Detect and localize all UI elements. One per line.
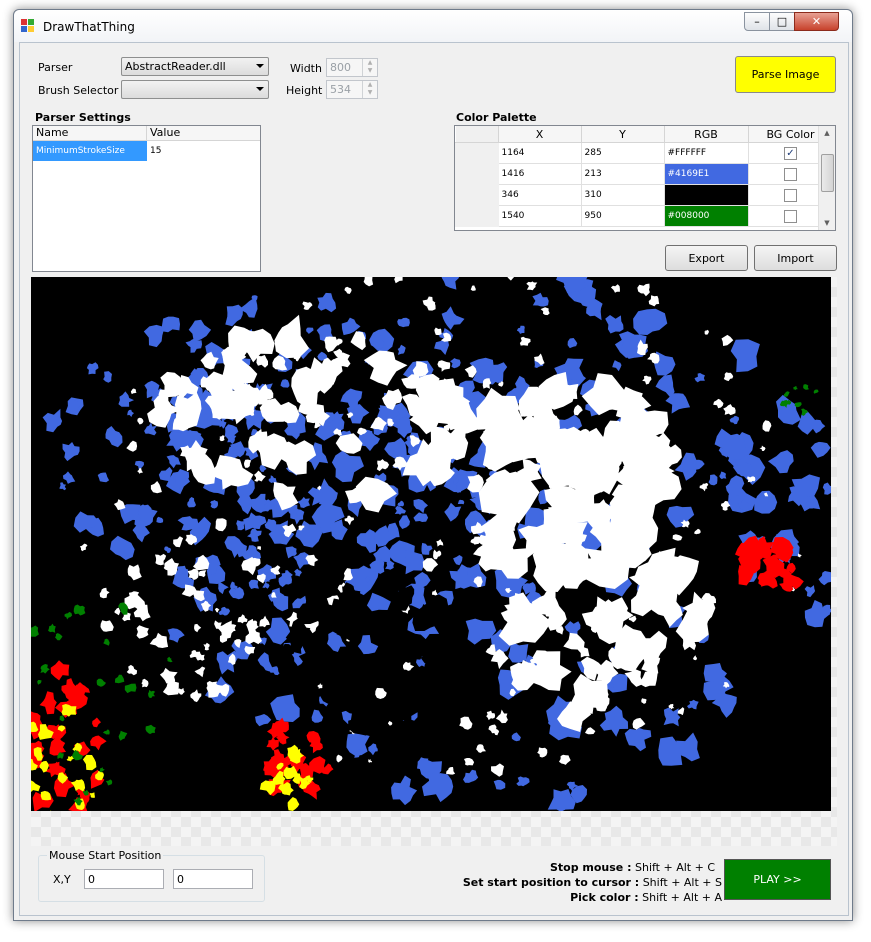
spin-arrows[interactable]: ▲ ▼ <box>362 59 377 76</box>
minimize-icon: – <box>754 15 760 28</box>
parsed-image-canvas[interactable] <box>31 277 831 811</box>
xy-label: X,Y <box>53 873 71 886</box>
y-cell[interactable]: 285 <box>580 142 665 164</box>
blue-splatter <box>161 316 180 333</box>
height-value: 534 <box>330 83 351 96</box>
brush-selector-label: Brush Selector <box>38 84 119 97</box>
image-preview-area <box>31 277 837 846</box>
chevron-down-icon <box>256 64 264 68</box>
row-header[interactable] <box>455 142 499 164</box>
bg-color-checkbox[interactable] <box>784 209 797 223</box>
x-cell[interactable]: 1416 <box>497 163 582 185</box>
start-x-input[interactable]: 0 <box>84 869 164 889</box>
color-palette-rows: 1164 285 #FFFFFF ✓ 1416 213 #4169E1 346 310 1540 9… <box>455 142 834 227</box>
y-cell[interactable]: 310 <box>580 184 665 206</box>
y-cell[interactable]: 950 <box>580 205 665 227</box>
import-label: Import <box>777 251 814 265</box>
app-icon <box>21 19 34 32</box>
scroll-up-icon[interactable]: ▲ <box>819 126 835 140</box>
width-value: 800 <box>330 61 351 74</box>
table-row[interactable]: 346 310 <box>455 184 834 206</box>
color-palette-grid[interactable]: X Y RGB BG Color 1164 285 #FFFFFF ✓ 1416 213 #… <box>454 125 836 231</box>
hotkey-action: Set start position to cursor : <box>462 876 640 889</box>
column-header-x[interactable]: X <box>498 126 582 143</box>
maximize-icon: □ <box>776 15 788 28</box>
close-icon: ✕ <box>811 15 822 28</box>
parse-image-button[interactable]: Parse Image <box>735 56 836 93</box>
spin-arrows[interactable]: ▲ ▼ <box>362 81 377 98</box>
x-cell[interactable]: 1540 <box>497 205 582 227</box>
parse-image-label: Parse Image <box>751 68 820 81</box>
row-header[interactable] <box>455 184 499 206</box>
parser-select-value: AbstractReader.dll <box>125 60 226 73</box>
bg-color-checkbox[interactable] <box>784 188 797 202</box>
brush-selector-select[interactable] <box>121 80 269 99</box>
column-header-name[interactable]: Name <box>33 126 147 140</box>
play-label: PLAY >> <box>753 873 802 886</box>
x-cell[interactable]: 346 <box>497 184 582 206</box>
hotkey-pick-color: Pick color : Shift + Alt + A <box>570 891 722 904</box>
export-label: Export <box>688 251 725 265</box>
palette-scrollbar[interactable]: ▲ ▼ <box>818 126 835 230</box>
height-stepper[interactable]: 534 ▲ ▼ <box>326 80 378 99</box>
close-button[interactable]: ✕ <box>794 12 839 31</box>
import-button[interactable]: Import <box>754 245 837 271</box>
hotkey-set-start: Set start position to cursor : Shift + A… <box>463 876 722 889</box>
hotkey-stop-mouse: Stop mouse : Shift + Alt + C <box>550 861 715 874</box>
chevron-down-icon <box>256 87 264 91</box>
spin-down-icon[interactable]: ▼ <box>363 89 377 97</box>
maximize-button[interactable]: □ <box>769 12 795 31</box>
rgb-cell[interactable]: #FFFFFF <box>663 142 749 164</box>
parser-settings-title: Parser Settings <box>35 111 131 124</box>
hotkey-action: Stop mouse : <box>549 861 632 874</box>
rgb-cell[interactable] <box>663 184 749 206</box>
form-body: Parser AbstractReader.dll Brush Selector… <box>19 42 849 916</box>
color-palette-table: X Y RGB BG Color 1164 285 #FFFFFF ✓ 1416 213 #… <box>455 126 834 227</box>
rgb-cell[interactable]: #4169E1 <box>663 163 749 185</box>
window-title: DrawThatThing <box>43 20 135 34</box>
parser-label: Parser <box>38 61 73 74</box>
width-label: Width <box>290 62 322 75</box>
table-row[interactable]: 1540 950 #008000 <box>455 205 834 227</box>
width-stepper[interactable]: 800 ▲ ▼ <box>326 58 378 77</box>
column-header-y[interactable]: Y <box>581 126 665 143</box>
hotkey-action: Pick color : <box>570 891 639 904</box>
rgb-cell[interactable]: #008000 <box>663 205 749 227</box>
scroll-down-icon[interactable]: ▼ <box>819 216 835 230</box>
play-button[interactable]: PLAY >> <box>724 859 831 900</box>
setting-value-cell[interactable]: 15 <box>147 141 260 161</box>
parser-settings-header: Name Value <box>33 126 260 141</box>
title-bar[interactable]: DrawThatThing – □ ✕ <box>14 10 852 42</box>
setting-name-cell[interactable]: MinimumStrokeSize <box>33 141 147 161</box>
parser-select[interactable]: AbstractReader.dll <box>121 57 269 76</box>
spin-up-icon[interactable]: ▲ <box>363 59 377 67</box>
export-button[interactable]: Export <box>665 245 748 271</box>
app-window: DrawThatThing – □ ✕ Parser AbstractReade… <box>13 9 853 921</box>
table-row[interactable]: MinimumStrokeSize 15 <box>33 141 260 161</box>
table-row[interactable]: 1416 213 #4169E1 <box>455 163 834 185</box>
bg-color-checkbox[interactable] <box>784 167 797 181</box>
spin-down-icon[interactable]: ▼ <box>363 67 377 75</box>
table-row[interactable]: 1164 285 #FFFFFF ✓ <box>455 142 834 164</box>
spin-up-icon[interactable]: ▲ <box>363 81 377 89</box>
x-cell[interactable]: 1164 <box>497 142 582 164</box>
mouse-start-position-title: Mouse Start Position <box>47 849 164 862</box>
height-label: Height <box>286 84 323 97</box>
hotkey-keys: Shift + Alt + A <box>638 891 722 904</box>
row-header[interactable] <box>455 163 499 185</box>
hotkey-keys: Shift + Alt + C <box>631 861 715 874</box>
minimize-button[interactable]: – <box>744 12 770 31</box>
hotkey-keys: Shift + Alt + S <box>639 876 722 889</box>
column-header-value[interactable]: Value <box>147 126 260 140</box>
parser-settings-grid[interactable]: Name Value MinimumStrokeSize 15 <box>32 125 261 272</box>
color-palette-title: Color Palette <box>456 111 537 124</box>
start-y-input[interactable]: 0 <box>173 869 253 889</box>
row-header-corner <box>455 126 499 143</box>
column-header-rgb[interactable]: RGB <box>664 126 749 143</box>
bg-color-checkbox[interactable]: ✓ <box>784 146 797 160</box>
mouse-start-position-group: Mouse Start Position X,Y 0 0 <box>38 849 265 902</box>
scroll-thumb[interactable] <box>821 154 834 192</box>
y-cell[interactable]: 213 <box>580 163 665 185</box>
row-header[interactable] <box>455 205 499 227</box>
